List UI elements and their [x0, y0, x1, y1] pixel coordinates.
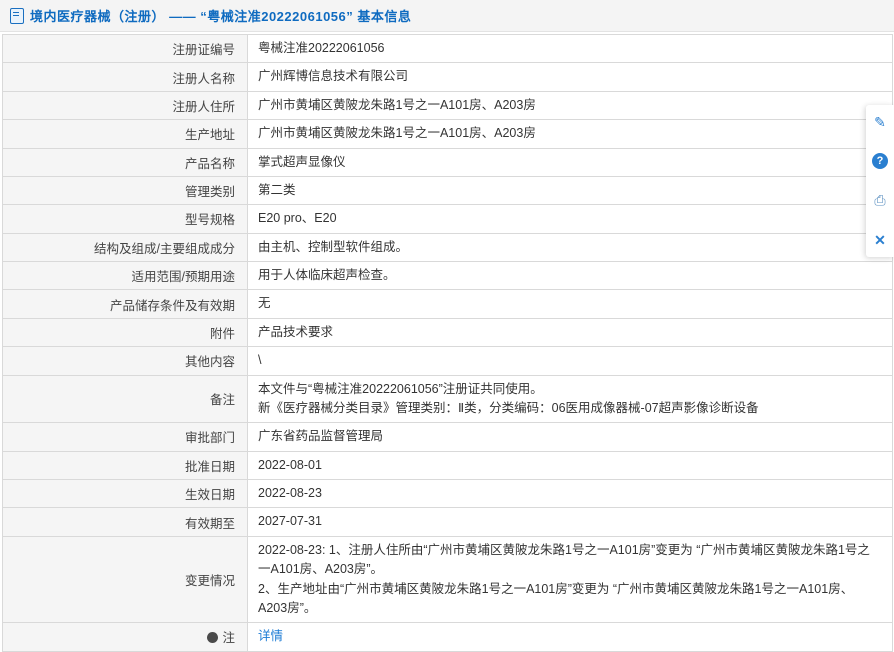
row-value: 掌式超声显像仪 — [248, 149, 892, 176]
table-row: 注册证编号粤械注准20222061056 — [3, 35, 892, 63]
table-row: 型号规格E20 pro、E20 — [3, 205, 892, 233]
table-row-remarks: 备注本文件与“粤械注准20222061056”注册证共同使用。 新《医疗器械分类… — [3, 376, 892, 424]
row-value: \ — [248, 347, 892, 374]
row-label: 注册证编号 — [3, 35, 248, 62]
table-row-changes: 变更情况2022-08-23: 1、注册人住所由“广州市黄埔区黄陂龙朱路1号之一… — [3, 537, 892, 624]
row-value: 广东省药品监督管理局 — [248, 423, 892, 450]
row-label: 其他内容 — [3, 347, 248, 374]
table-row: 审批部门广东省药品监督管理局 — [3, 423, 892, 451]
row-value: 2022-08-23 — [248, 480, 892, 507]
note-label-text: 注 — [222, 627, 235, 646]
row-value: 用于人体临床超声检查。 — [248, 262, 892, 289]
table-row: 其他内容\ — [3, 347, 892, 375]
row-value: 粤械注准20222061056 — [248, 35, 892, 62]
table-row: 产品储存条件及有效期无 — [3, 290, 892, 318]
row-label: 注册人名称 — [3, 63, 248, 90]
row-label: 审批部门 — [3, 423, 248, 450]
row-label: 生效日期 — [3, 480, 248, 507]
table-row: 生产地址广州市黄埔区黄陂龙朱路1号之一A101房、A203房 — [3, 120, 892, 148]
row-label: 批准日期 — [3, 452, 248, 479]
row-label: 产品名称 — [3, 149, 248, 176]
floating-toolbar: ✎ ? ⎙ ✕ — [866, 105, 894, 257]
row-label: 结构及组成/主要组成成分 — [3, 234, 248, 261]
row-label: 注册人住所 — [3, 92, 248, 119]
row-value: 广州市黄埔区黄陂龙朱路1号之一A101房、A203房 — [248, 120, 892, 147]
info-table: 注册证编号粤械注准20222061056 注册人名称广州辉博信息技术有限公司 注… — [2, 34, 893, 652]
row-value: 第二类 — [248, 177, 892, 204]
row-value: 2027-07-31 — [248, 508, 892, 535]
row-value: 产品技术要求 — [248, 319, 892, 346]
row-value: E20 pro、E20 — [248, 205, 892, 232]
row-label: 变更情况 — [3, 537, 248, 623]
row-value: 广州市黄埔区黄陂龙朱路1号之一A101房、A203房 — [248, 92, 892, 119]
table-row: 产品名称掌式超声显像仪 — [3, 149, 892, 177]
table-row: 生效日期2022-08-23 — [3, 480, 892, 508]
table-row: 结构及组成/主要组成成分由主机、控制型软件组成。 — [3, 234, 892, 262]
table-row: 附件产品技术要求 — [3, 319, 892, 347]
table-row: 注册人住所广州市黄埔区黄陂龙朱路1号之一A101房、A203房 — [3, 92, 892, 120]
row-label: 型号规格 — [3, 205, 248, 232]
table-row: 适用范围/预期用途用于人体临床超声检查。 — [3, 262, 892, 290]
note-dot-icon — [207, 632, 218, 643]
row-label: 产品储存条件及有效期 — [3, 290, 248, 317]
row-value: 无 — [248, 290, 892, 317]
row-label: 生产地址 — [3, 120, 248, 147]
edit-icon[interactable]: ✎ — [871, 113, 889, 131]
row-label: 管理类别 — [3, 177, 248, 204]
print-icon[interactable]: ⎙ — [871, 191, 889, 209]
help-icon[interactable]: ? — [872, 153, 888, 169]
row-label: 有效期至 — [3, 508, 248, 535]
page-title: 境内医疗器械（注册） —— “粤械注准20222061056” 基本信息 — [30, 6, 411, 25]
table-row: 有效期至2027-07-31 — [3, 508, 892, 536]
row-value: 广州辉博信息技术有限公司 — [248, 63, 892, 90]
row-label: 备注 — [3, 376, 248, 423]
row-value: 本文件与“粤械注准20222061056”注册证共同使用。 新《医疗器械分类目录… — [248, 376, 892, 423]
table-row: 注册人名称广州辉博信息技术有限公司 — [3, 63, 892, 91]
document-icon — [10, 8, 24, 24]
table-row: 批准日期2022-08-01 — [3, 452, 892, 480]
row-label: 附件 — [3, 319, 248, 346]
row-value: 2022-08-01 — [248, 452, 892, 479]
close-icon[interactable]: ✕ — [871, 231, 889, 249]
note-label: 注 — [3, 623, 248, 650]
row-value: 由主机、控制型软件组成。 — [248, 234, 892, 261]
row-value: 2022-08-23: 1、注册人住所由“广州市黄埔区黄陂龙朱路1号之一A101… — [248, 537, 892, 623]
table-row: 管理类别第二类 — [3, 177, 892, 205]
row-label: 适用范围/预期用途 — [3, 262, 248, 289]
table-row-note: 注 详情 — [3, 623, 892, 651]
details-link[interactable]: 详情 — [258, 627, 283, 646]
note-value: 详情 — [248, 623, 892, 650]
page-header: 境内医疗器械（注册） —— “粤械注准20222061056” 基本信息 — [0, 0, 894, 32]
